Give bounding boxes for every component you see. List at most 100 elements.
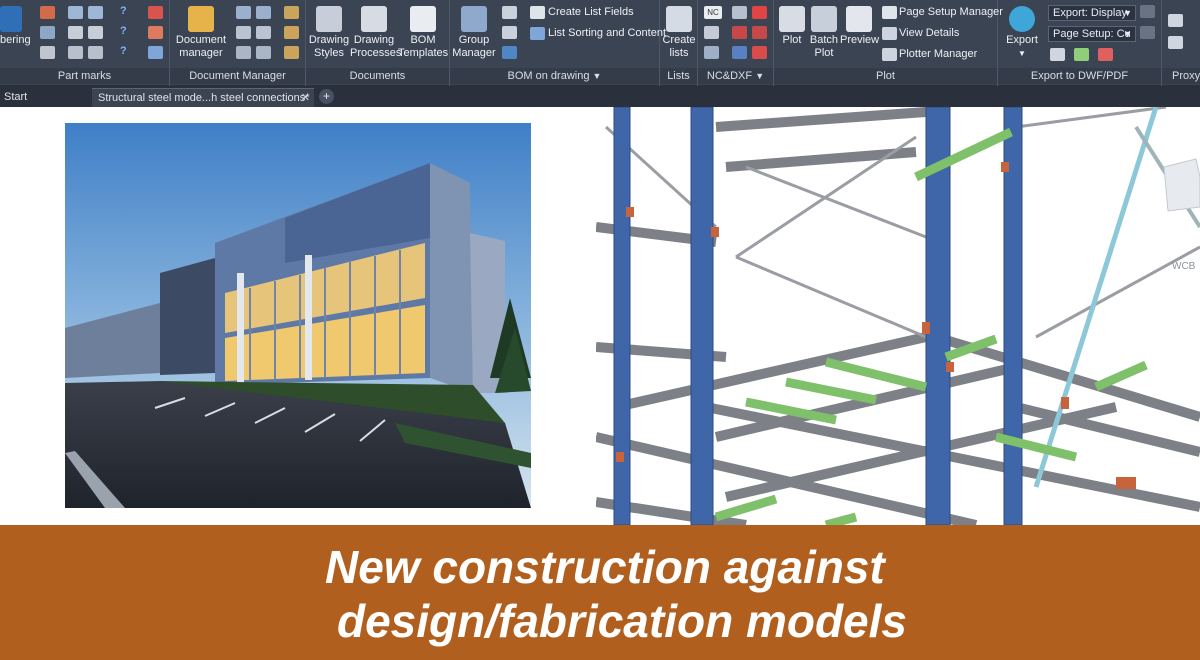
part-mark-icon-2[interactable]: [40, 26, 55, 39]
steel-model-viewport[interactable]: WCB: [596, 107, 1200, 525]
help-icon-3[interactable]: ?: [120, 45, 127, 57]
bom-tool-icon-1[interactable]: [502, 6, 517, 19]
bom-tool-icon-2[interactable]: [502, 26, 517, 39]
doc-tool-icon-4[interactable]: [256, 26, 271, 39]
chevron-down-icon: ▼: [1018, 49, 1026, 58]
drawing-processes-label-1: Drawing: [353, 34, 395, 46]
part-mark-icon-8[interactable]: [68, 46, 83, 59]
ncdxf-title-text: NC&DXF: [706, 70, 753, 82]
page-setup-icon: [882, 6, 897, 19]
doc-tool-icon-3[interactable]: [236, 26, 251, 39]
doc-tool-icon-7[interactable]: [284, 6, 299, 19]
doc-tool-icon-1[interactable]: [236, 6, 251, 19]
plot-button[interactable]: Plot: [776, 6, 808, 47]
doc-tool-icon-5[interactable]: [236, 46, 251, 59]
nc-tool-icon-8[interactable]: [732, 46, 747, 59]
group-manager-button[interactable]: Group Manager: [452, 6, 496, 60]
plotter-manager-icon: [882, 48, 897, 61]
part-mark-icon-4[interactable]: [68, 6, 83, 19]
caption-band: New construction against design/fabricat…: [0, 525, 1200, 660]
export-display-select[interactable]: Export: Display ▼: [1048, 5, 1136, 21]
part-mark-icon-3[interactable]: [40, 46, 55, 59]
doc-tool-icon-8[interactable]: [284, 26, 299, 39]
panel-export: Export ▼ Export: Display ▼ Page Setup: C…: [998, 0, 1162, 86]
wcb-label[interactable]: WCB: [1172, 261, 1195, 272]
bom-templates-label-1: BOM: [410, 34, 436, 46]
tab-structural-steel-model[interactable]: Structural steel mode...h steel connecti…: [92, 88, 314, 107]
documents-title: Documents: [306, 68, 449, 84]
plot-title: Plot: [774, 68, 997, 84]
nc-tool-icon-4[interactable]: [732, 6, 747, 19]
plotter-manager-button[interactable]: Plotter Manager: [899, 48, 977, 60]
preview-button[interactable]: Preview: [840, 6, 880, 47]
nc-tool-icon-6[interactable]: [732, 26, 747, 39]
proxy-tool-icon-1[interactable]: [1168, 14, 1183, 27]
document-manager-label-1: Document: [175, 34, 227, 46]
building-photo: [65, 123, 531, 508]
part-mark-icon-11[interactable]: [148, 26, 163, 39]
tab-start[interactable]: Start: [0, 88, 90, 107]
nc-tool-icon-5[interactable]: [752, 6, 767, 19]
nc-tool-icon-9[interactable]: [752, 46, 767, 59]
help-icon-2[interactable]: ?: [120, 25, 127, 37]
export-tool-icon-5[interactable]: [1140, 26, 1155, 39]
batch-plot-label-1: Batch: [809, 34, 839, 46]
group-manager-icon: [461, 6, 487, 32]
chevron-down-icon: ▼: [1123, 29, 1132, 39]
export-tool-icon-1[interactable]: [1050, 48, 1065, 61]
numbering-label: bering: [0, 34, 31, 46]
part-mark-icon-7[interactable]: [88, 26, 103, 39]
tab-active-label: Structural steel mode...h steel connecti…: [98, 92, 310, 104]
proxy-tool-icon-2[interactable]: [1168, 36, 1183, 49]
nc-tool-icon-2[interactable]: [704, 26, 719, 39]
create-list-fields-button[interactable]: Create List Fields: [548, 6, 634, 18]
export-label: Export: [1006, 34, 1038, 46]
panel-documents: Drawing Styles Drawing Processes BOM Tem…: [306, 0, 450, 86]
bom-on-drawing-title[interactable]: BOM on drawing ▼: [450, 68, 659, 84]
numbering-button[interactable]: bering: [0, 6, 31, 47]
doc-tool-icon-2[interactable]: [256, 6, 271, 19]
list-sorting-button[interactable]: List Sorting and Content: [548, 27, 666, 39]
add-tab-button[interactable]: +: [319, 89, 334, 104]
preview-label: Preview: [840, 34, 880, 46]
panel-document-manager: Document manager Document Manager: [170, 0, 306, 86]
part-mark-icon-1[interactable]: [40, 6, 55, 19]
create-lists-icon: [666, 6, 692, 32]
part-mark-icon-6[interactable]: [68, 26, 83, 39]
group-manager-label-2: Manager: [452, 47, 496, 59]
bom-templates-button[interactable]: BOM Templates: [398, 6, 448, 60]
help-icon-1[interactable]: ?: [120, 5, 127, 17]
chevron-down-icon: ▼: [755, 71, 765, 81]
document-manager-button[interactable]: Document manager: [172, 6, 230, 60]
nc-badge-icon[interactable]: NC: [704, 6, 722, 19]
bom-tool-icon-3[interactable]: [502, 46, 517, 59]
part-mark-icon-10[interactable]: [148, 6, 163, 19]
panel-ncdxf: NC NC&DXF ▼: [698, 0, 774, 86]
close-icon[interactable]: ✕: [301, 89, 310, 108]
page-setup-manager-button[interactable]: Page Setup Manager: [899, 6, 1003, 18]
nc-tool-icon-7[interactable]: [752, 26, 767, 39]
ncdxf-title[interactable]: NC&DXF ▼: [698, 68, 773, 84]
proxy-title: Proxy: [1162, 68, 1200, 84]
export-tool-icon-2[interactable]: [1074, 48, 1089, 61]
preview-icon: [846, 6, 872, 32]
view-details-button[interactable]: View Details: [899, 27, 959, 39]
drawing-processes-button[interactable]: Drawing Processes: [350, 6, 401, 60]
export-tool-icon-3[interactable]: [1098, 48, 1113, 61]
part-mark-icon-12[interactable]: [148, 46, 163, 59]
drawing-styles-button[interactable]: Drawing Styles: [308, 6, 350, 60]
batch-plot-button[interactable]: Batch Plot: [808, 6, 840, 60]
part-mark-icon-9[interactable]: [88, 46, 103, 59]
printer-icon: [779, 6, 805, 32]
part-mark-icon-5[interactable]: [88, 6, 103, 19]
export-display-value: Export: Display: [1053, 7, 1127, 19]
create-lists-button[interactable]: Create lists: [662, 6, 696, 60]
doc-tool-icon-9[interactable]: [284, 46, 299, 59]
doc-tool-icon-6[interactable]: [256, 46, 271, 59]
export-tool-icon-4[interactable]: [1140, 5, 1155, 18]
panel-bom-on-drawing: Group Manager Create List Fields List So…: [450, 0, 666, 86]
page-setup-select[interactable]: Page Setup: Cu ▼: [1048, 26, 1136, 42]
export-button[interactable]: Export ▼: [1000, 6, 1044, 60]
nc-tool-icon-3[interactable]: [704, 46, 719, 59]
steel-model-graphic: [596, 107, 1200, 525]
